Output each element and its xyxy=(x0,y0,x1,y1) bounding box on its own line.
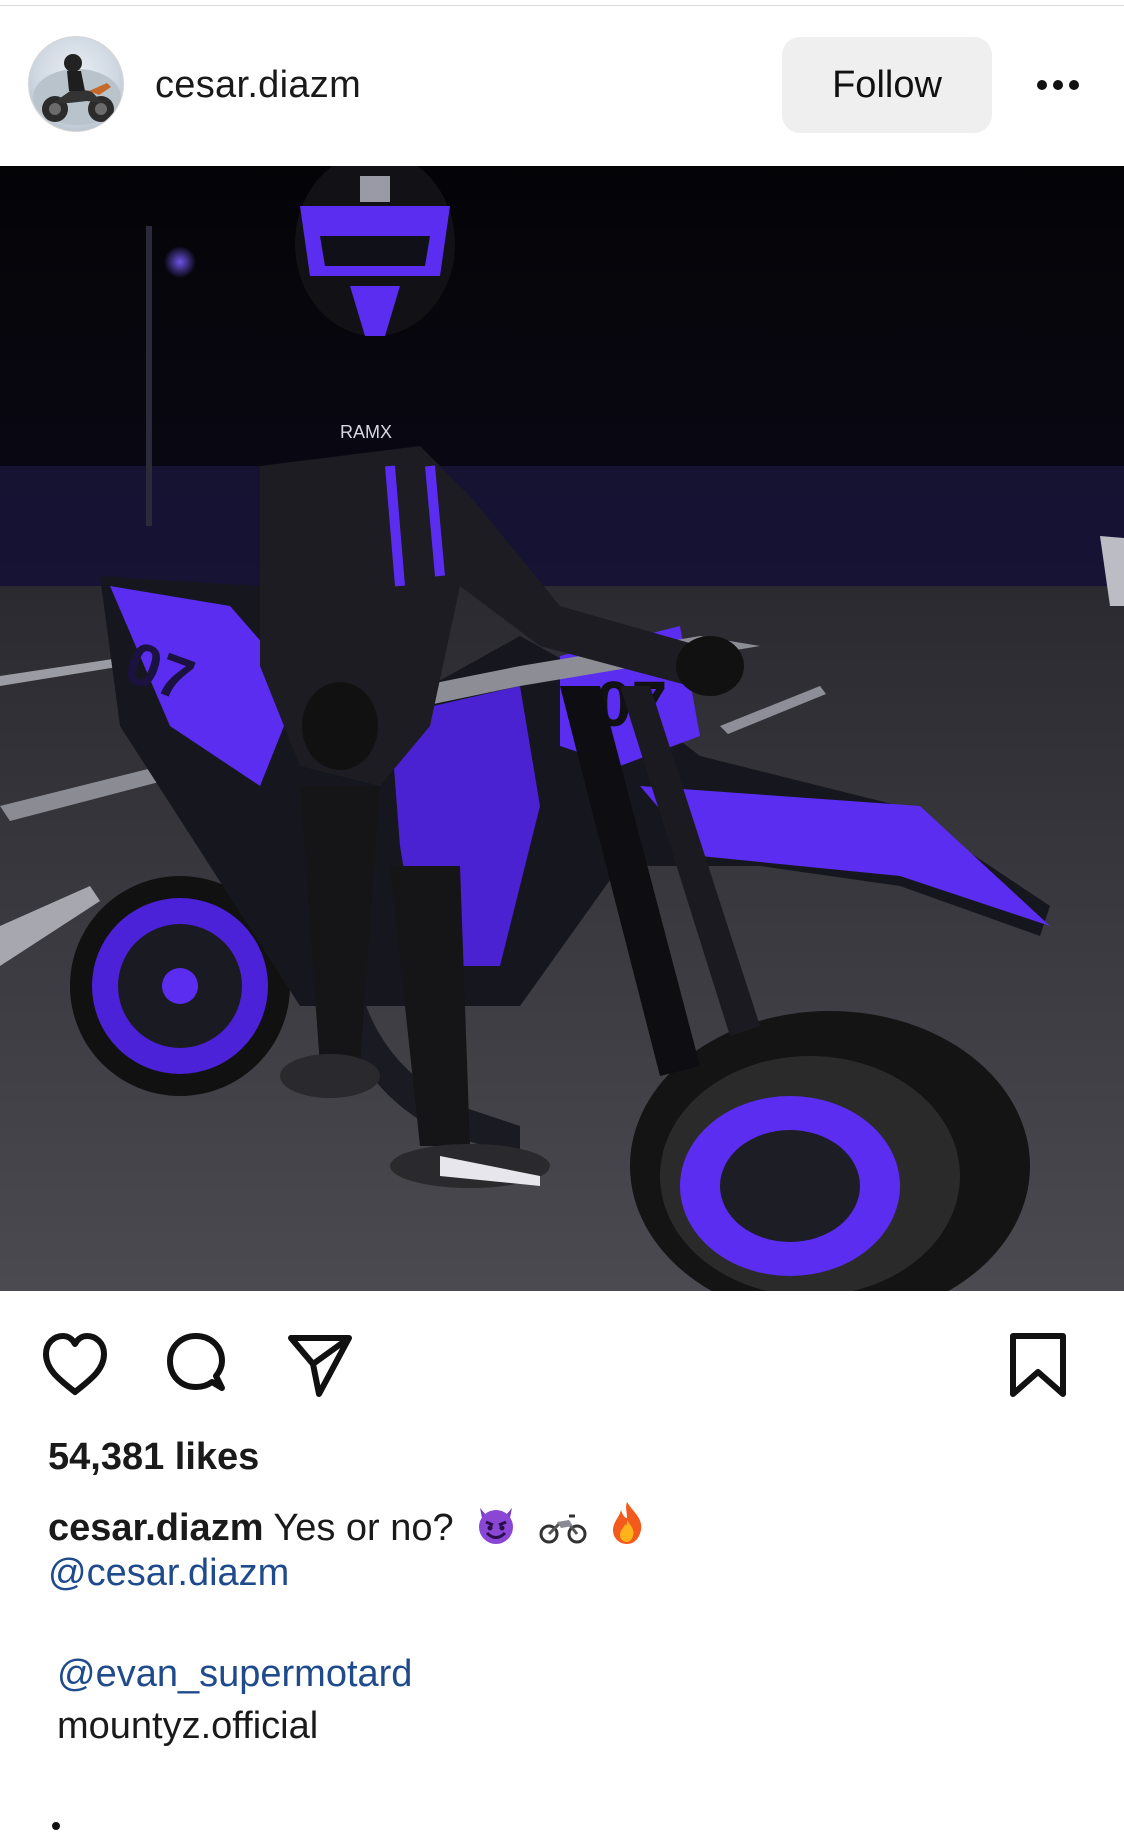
comment-bubble-icon[interactable] xyxy=(162,1330,232,1400)
caption-trailing-dot: . xyxy=(52,1822,60,1830)
follow-button[interactable]: Follow xyxy=(782,37,992,133)
mention-link[interactable]: @cesar.diazm xyxy=(48,1552,289,1595)
fire-icon xyxy=(607,1500,647,1556)
caption-username[interactable]: cesar.diazm xyxy=(48,1507,263,1549)
likes-count[interactable]: 54,381 likes xyxy=(48,1436,259,1479)
caption: cesar.diazm Yes or no? xyxy=(48,1500,647,1556)
smiling-devil-icon xyxy=(474,1502,518,1556)
bookmark-icon[interactable] xyxy=(1003,1330,1073,1400)
like-heart-icon[interactable] xyxy=(40,1330,110,1400)
post-header: cesar.diazm Follow xyxy=(0,0,1124,166)
caption-line: mountyz.official xyxy=(57,1705,319,1747)
mention-link[interactable]: @evan_supermotard xyxy=(57,1653,412,1696)
username[interactable]: cesar.diazm xyxy=(155,64,361,107)
caption-text: Yes or no? xyxy=(273,1507,454,1549)
avatar[interactable] xyxy=(28,36,124,132)
svg-text:RAMX: RAMX xyxy=(340,422,392,442)
share-paper-plane-icon[interactable] xyxy=(285,1330,355,1400)
more-options-icon[interactable] xyxy=(1030,70,1086,100)
motorcycle-icon xyxy=(539,1506,587,1556)
post-photo[interactable]: 07 07 RAMX xyxy=(0,166,1124,1291)
